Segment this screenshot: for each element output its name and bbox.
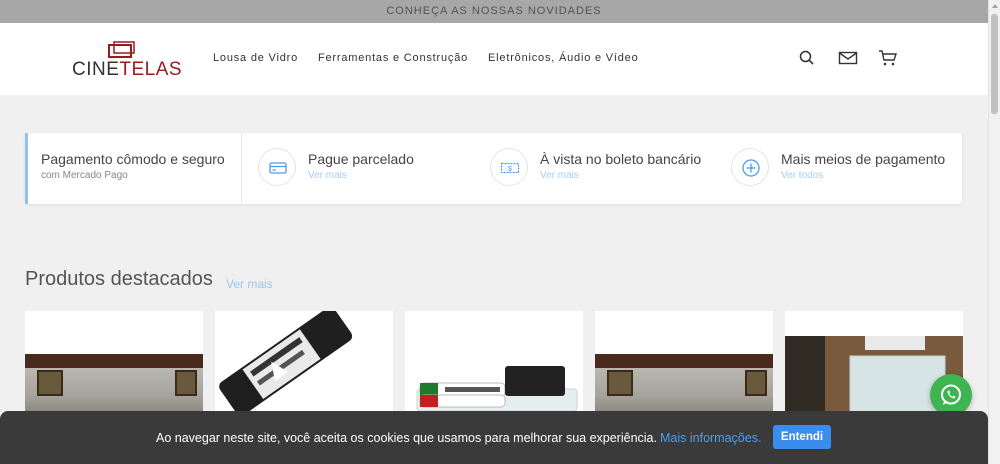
search-icon[interactable]: [798, 49, 818, 67]
product-image-marker-kit: [405, 311, 583, 421]
cart-icon[interactable]: [878, 49, 898, 67]
payment-boleto-link[interactable]: Ver mais: [540, 170, 579, 181]
product-card[interactable]: [595, 311, 773, 421]
payment-installments-title: Pague parcelado: [308, 151, 414, 167]
payment-secure: Pagamento cômodo e seguro com Mercado Pa…: [25, 133, 242, 204]
cash-icon: $: [490, 148, 528, 186]
featured-products-more-link[interactable]: Ver mais: [226, 277, 273, 291]
payment-boleto[interactable]: $ À vista no boleto bancário Ver mais: [490, 133, 725, 204]
nav-item-lousa-de-vidro[interactable]: Lousa de Vidro: [213, 52, 298, 64]
nav-item-ferramentas[interactable]: Ferramentas e Construção: [318, 52, 468, 64]
site-header: CINETELAS Lousa de Vidro Ferramentas e C…: [0, 23, 988, 95]
cookie-message: Ao navegar neste site, você aceita os co…: [156, 431, 657, 445]
nav-item-eletronicos[interactable]: Eletrônicos, Áudio e Vídeo: [488, 52, 638, 64]
scrollbar[interactable]: [988, 0, 1000, 464]
plus-circle-icon: [731, 148, 769, 186]
payment-installments[interactable]: Pague parcelado Ver mais: [258, 133, 478, 204]
cookie-banner: Ao navegar neste site, você aceita os co…: [0, 411, 988, 464]
featured-products-title: Produtos destacados: [25, 268, 213, 290]
payment-secure-title: Pagamento cômodo e seguro: [41, 151, 225, 167]
mail-icon[interactable]: [838, 49, 858, 67]
product-card[interactable]: [405, 311, 583, 421]
payment-methods-bar: Pagamento cômodo e seguro com Mercado Pa…: [25, 133, 962, 204]
payment-more-title: Mais meios de pagamento: [781, 151, 946, 167]
product-card[interactable]: [25, 311, 203, 421]
cookie-accept-button[interactable]: Entendi: [773, 425, 831, 449]
credit-card-icon: [258, 148, 296, 186]
logo-text-part2: TELAS: [119, 59, 183, 80]
payment-more-link[interactable]: Ver todos: [781, 170, 823, 181]
whatsapp-button[interactable]: [930, 374, 972, 416]
whatsapp-icon: [941, 384, 961, 405]
main-nav: Lousa de Vidro Ferramentas e Construção …: [213, 52, 638, 64]
payment-boleto-title: À vista no boleto bancário: [540, 151, 702, 167]
header-icons: [798, 49, 898, 67]
logo-text: CINETELAS: [72, 59, 182, 81]
logo-text-part1: CINE: [72, 59, 120, 80]
payment-installments-link[interactable]: Ver mais: [308, 170, 347, 181]
logo-frame-icon: [108, 41, 135, 58]
payment-more-methods[interactable]: Mais meios de pagamento Ver todos: [731, 133, 956, 204]
payment-secure-subtitle: com Mercado Pago: [41, 170, 128, 181]
svg-text:$: $: [508, 166, 512, 173]
product-card[interactable]: [215, 311, 393, 421]
cookie-more-info-link[interactable]: Mais informações.: [660, 431, 761, 445]
scrollbar-thumb[interactable]: [991, 14, 998, 114]
announcement-bar: CONHEÇA AS NOSSAS NOVIDADES: [0, 0, 988, 23]
scroll-up-arrow-icon[interactable]: [992, 4, 998, 8]
logo[interactable]: CINETELAS: [72, 41, 182, 81]
product-image-marker: [215, 311, 393, 421]
